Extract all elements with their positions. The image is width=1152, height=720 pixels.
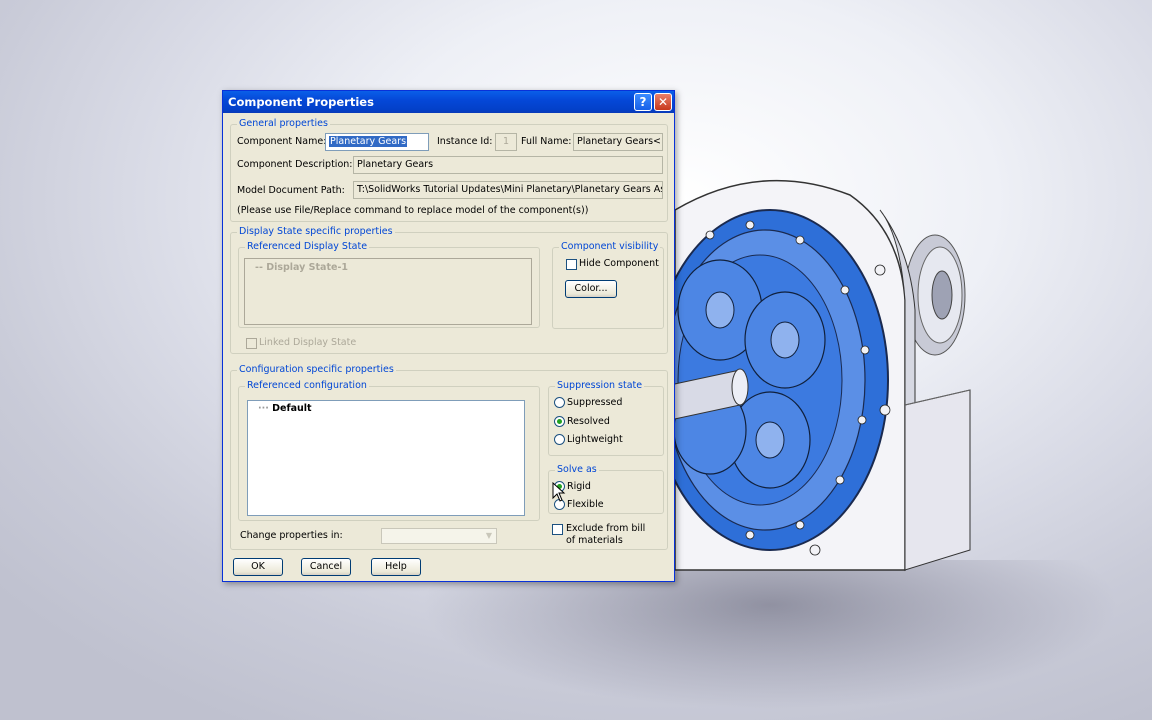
flexible-label: Flexible	[567, 499, 604, 510]
linked-display-state-label: Linked Display State	[259, 337, 357, 348]
display-state-list[interactable]: -- Display State-1	[244, 258, 532, 325]
solve-as-legend: Solve as	[555, 464, 599, 475]
linked-display-state-checkbox[interactable]	[246, 338, 257, 349]
full-name-field: Planetary Gears<1	[573, 133, 663, 151]
component-visibility-legend: Component visibility	[559, 241, 661, 252]
ok-button[interactable]: OK	[233, 558, 283, 576]
referenced-display-state-group: Referenced Display State -- Display Stat…	[238, 241, 540, 328]
hide-component-checkbox[interactable]	[566, 259, 577, 270]
rigid-label: Rigid	[567, 481, 591, 492]
component-properties-dialog: Component Properties ? ✕ General propert…	[222, 90, 675, 582]
component-description-field[interactable]: Planetary Gears	[353, 156, 663, 174]
model-document-path-label: Model Document Path:	[237, 185, 345, 196]
suppression-state-legend: Suppression state	[555, 380, 645, 391]
component-name-value: Planetary Gears	[329, 136, 408, 147]
suppressed-radio[interactable]	[554, 397, 565, 408]
lightweight-radio[interactable]	[554, 434, 565, 445]
help-button[interactable]: Help	[371, 558, 421, 576]
dialog-titlebar[interactable]: Component Properties ? ✕	[223, 91, 674, 113]
general-properties-legend: General properties	[237, 118, 330, 129]
resolved-label: Resolved	[567, 416, 610, 427]
lightweight-label: Lightweight	[567, 434, 623, 445]
display-state-group: Display State specific properties Refere…	[230, 226, 668, 354]
suppression-state-group: Suppression state Suppressed Resolved Li…	[548, 380, 664, 456]
exclude-bom-label-line1: Exclude from bill	[566, 523, 646, 534]
display-state-item: -- Display State-1	[255, 262, 349, 273]
dialog-title: Component Properties	[228, 95, 374, 109]
cursor-arrow-icon	[552, 482, 566, 502]
resolved-radio[interactable]	[554, 416, 565, 427]
change-properties-dropdown[interactable]: ▼	[381, 528, 497, 544]
component-name-input[interactable]: Planetary Gears	[325, 133, 429, 151]
display-state-legend: Display State specific properties	[237, 226, 395, 237]
model-document-path-field: T:\SolidWorks Tutorial Updates\Mini Plan…	[353, 181, 663, 199]
suppressed-label: Suppressed	[567, 397, 623, 408]
component-visibility-group: Component visibility Hide Component Colo…	[552, 241, 664, 329]
referenced-configuration-legend: Referenced configuration	[245, 380, 369, 391]
configuration-list[interactable]: ··· Default	[247, 400, 525, 516]
component-name-label: Component Name:	[237, 136, 327, 147]
exclude-bom-label-line2: of materials	[566, 535, 623, 546]
component-description-label: Component Description:	[237, 159, 353, 170]
configuration-legend: Configuration specific properties	[237, 364, 396, 375]
exclude-bom-checkbox[interactable]	[552, 524, 563, 535]
help-icon[interactable]: ?	[634, 93, 652, 111]
full-name-label: Full Name:	[521, 136, 572, 147]
cancel-button[interactable]: Cancel	[301, 558, 351, 576]
referenced-display-state-legend: Referenced Display State	[245, 241, 370, 252]
instance-id-label: Instance Id:	[437, 136, 493, 147]
configuration-group: Configuration specific properties Refere…	[230, 364, 668, 550]
instance-id-field: 1	[495, 133, 517, 151]
color-button[interactable]: Color...	[565, 280, 617, 298]
replace-note: (Please use File/Replace command to repl…	[237, 205, 589, 216]
close-icon[interactable]: ✕	[654, 93, 672, 111]
referenced-configuration-group: Referenced configuration ··· Default	[238, 380, 540, 521]
hide-component-label: Hide Component	[579, 258, 659, 269]
chevron-down-icon: ▼	[485, 531, 493, 540]
general-properties-group: General properties Component Name: Plane…	[230, 118, 668, 222]
configuration-item[interactable]: ··· Default	[258, 403, 312, 414]
change-properties-label: Change properties in:	[240, 530, 343, 541]
